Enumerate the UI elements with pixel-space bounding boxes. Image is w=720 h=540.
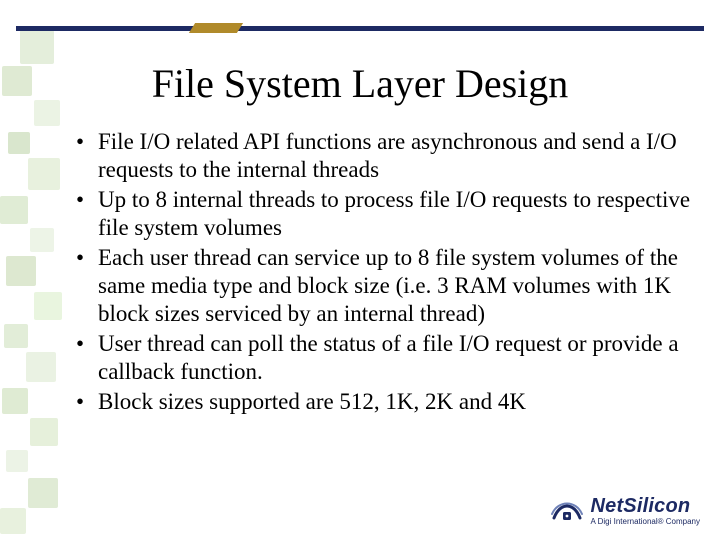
- footer-wordmark: NetSilicon A Digi International® Company: [590, 496, 700, 526]
- footer-brand-text: NetSilicon: [590, 496, 700, 516]
- bullet-item: Block sizes supported are 512, 1K, 2K an…: [72, 388, 692, 416]
- divider-line: [16, 26, 704, 31]
- slide-title: File System Layer Design: [0, 60, 720, 107]
- footer-logo: NetSilicon A Digi International® Company: [550, 496, 700, 526]
- bullet-item: Up to 8 internal threads to process file…: [72, 186, 692, 242]
- netsilicon-logomark-icon: [550, 498, 584, 524]
- bullet-list: File I/O related API functions are async…: [72, 128, 692, 416]
- top-divider-rule: [16, 22, 704, 32]
- divider-accent: [189, 23, 243, 33]
- bullet-item: File I/O related API functions are async…: [72, 128, 692, 184]
- bullet-item: User thread can poll the status of a fil…: [72, 330, 692, 386]
- bullet-item: Each user thread can service up to 8 fil…: [72, 244, 692, 328]
- slide-body: File I/O related API functions are async…: [72, 128, 692, 418]
- footer-tagline: A Digi International® Company: [590, 518, 700, 526]
